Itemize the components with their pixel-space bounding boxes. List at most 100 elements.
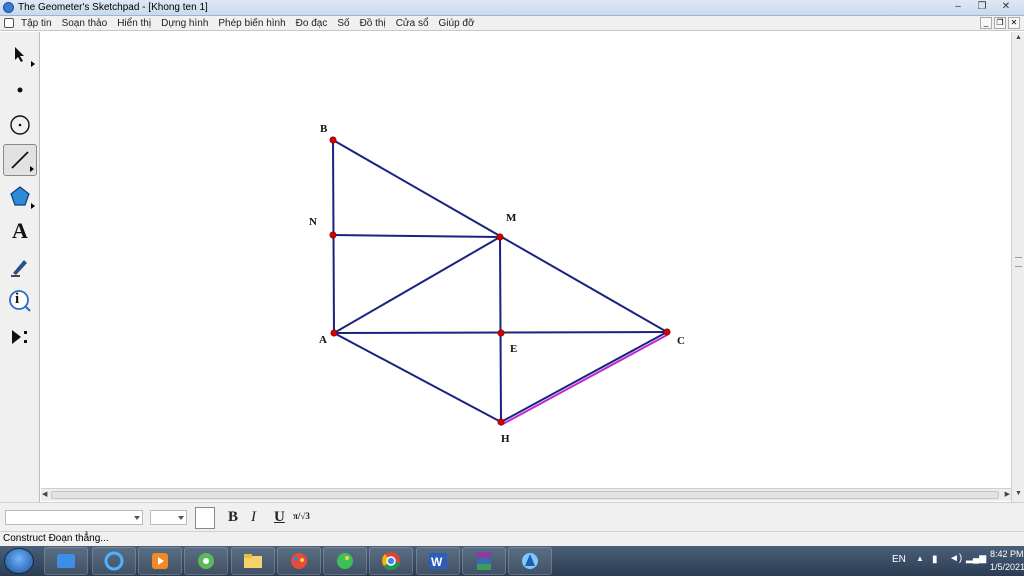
segment-AH[interactable] [333, 332, 502, 423]
doc-close-button[interactable]: ✕ [1008, 17, 1020, 29]
signal-icon[interactable]: ▂▄▆ [966, 553, 986, 564]
winrar-taskbar-button[interactable] [462, 547, 506, 575]
scroll-left-icon[interactable]: ◀ [42, 490, 47, 498]
start-button[interactable] [4, 548, 34, 574]
word-icon: W [429, 553, 447, 569]
segment-NM[interactable] [332, 234, 501, 238]
menu-file[interactable]: Tập tin [16, 17, 57, 30]
point-tool[interactable] [3, 74, 37, 106]
italic-button[interactable]: I [251, 509, 256, 526]
information-tool[interactable]: i [3, 285, 37, 317]
point-E[interactable] [497, 329, 505, 337]
font-size-select[interactable] [150, 510, 187, 525]
clock-date[interactable]: 1/5/2021 [990, 562, 1024, 572]
menu-measure[interactable]: Đo đạc [291, 17, 333, 30]
menu-help[interactable]: Giúp đỡ [434, 17, 480, 30]
arrow-select-tool[interactable] [3, 38, 37, 70]
close-button[interactable]: ✕ [994, 0, 1018, 14]
point-label-H[interactable]: H [501, 433, 510, 445]
pen-icon [11, 260, 27, 277]
word-taskbar-button[interactable]: W [416, 547, 460, 575]
window-title: The Geometer's Sketchpad - [Khong ten 1] [18, 2, 208, 13]
toolbox: A i [0, 32, 40, 502]
menu-transform[interactable]: Phép biến hình [213, 17, 290, 30]
segment-HC[interactable] [500, 331, 668, 423]
coccoc-icon [198, 553, 214, 569]
windows-explorer-icon [57, 554, 75, 568]
restore-button[interactable]: ❐ [970, 0, 994, 14]
underline-button[interactable]: U [274, 509, 285, 526]
segment-MH[interactable] [499, 236, 502, 423]
point-label-E[interactable]: E [510, 343, 517, 355]
letter-a-icon: A [12, 218, 28, 243]
custom-tool[interactable] [3, 321, 37, 353]
language-indicator[interactable]: EN [892, 554, 906, 565]
text-tool[interactable]: A [3, 215, 37, 247]
show-hidden-icons-icon[interactable]: ▲ [916, 554, 924, 563]
scroll-up-icon[interactable]: ▲ [1014, 34, 1023, 44]
menu-graph[interactable]: Đồ thị [355, 17, 391, 30]
ie-taskbar-button[interactable] [92, 547, 136, 575]
coccoc-taskbar-button[interactable] [184, 547, 228, 575]
menu-construct[interactable]: Dựng hình [156, 17, 213, 30]
font-select[interactable] [5, 510, 143, 525]
sketchpad-taskbar-button[interactable] [508, 547, 552, 575]
circle-icon [10, 115, 30, 135]
info-glyph: i [15, 291, 20, 307]
title-bar: The Geometer's Sketchpad - [Khong ten 1]… [0, 0, 1024, 16]
parrot-taskbar-button[interactable] [323, 547, 367, 575]
point-label-M[interactable]: M [506, 212, 517, 224]
horizontal-scrollbar[interactable]: ◀ ▶ [41, 488, 1011, 501]
menu-window[interactable]: Cửa sổ [391, 17, 434, 30]
vertical-scrollbar[interactable]: ▲ ▼ [1011, 32, 1024, 502]
point-C[interactable] [663, 328, 671, 336]
point-A[interactable] [330, 329, 338, 337]
folder-taskbar-button[interactable] [231, 547, 275, 575]
straightedge-tool[interactable] [3, 144, 37, 176]
window-controls: – ❐ ✕ [946, 0, 1018, 14]
marker-tool[interactable] [3, 250, 37, 282]
point-H[interactable] [497, 418, 505, 426]
point-M[interactable] [496, 233, 504, 241]
bold-button[interactable]: B [228, 509, 238, 526]
doc-minimize-button[interactable]: _ [980, 17, 992, 29]
segment-AM[interactable] [333, 236, 501, 334]
point-label-A[interactable]: A [319, 334, 327, 346]
winrar-icon [477, 552, 491, 570]
media-taskbar-button[interactable] [138, 547, 182, 575]
system-tray: EN ▲ ▮ ◄) ▂▄▆ 8:42 PM 1/5/2021 [844, 546, 1024, 576]
text-color-button[interactable] [195, 507, 215, 529]
polygon-tool[interactable] [3, 180, 37, 212]
network-icon[interactable]: ▮ [932, 554, 938, 565]
scroll-down-icon[interactable]: ▼ [1014, 490, 1023, 500]
clock-time[interactable]: 8:42 PM [990, 549, 1024, 559]
chrome-taskbar-button[interactable] [369, 547, 413, 575]
compass-tool[interactable] [3, 109, 37, 141]
menu-bar: Tập tin Soạn thảo Hiển thị Dựng hình Phé… [0, 16, 1024, 31]
document-icon[interactable] [4, 18, 14, 28]
doc-restore-button[interactable]: ❐ [994, 17, 1006, 29]
explorer-taskbar-button[interactable] [44, 547, 88, 575]
chevron-down-icon [178, 516, 184, 520]
horizontal-scroll-thumb[interactable] [51, 491, 999, 499]
math-format-button[interactable]: π/√3 [293, 511, 310, 521]
menu-number[interactable]: Số [332, 17, 354, 30]
scroll-right-icon[interactable]: ▶ [1005, 490, 1010, 498]
segment-HC-selection-highlight [500, 334, 668, 426]
point-B[interactable] [329, 136, 337, 144]
minimize-button[interactable]: – [946, 0, 970, 14]
point-label-C[interactable]: C [677, 335, 685, 347]
menu-edit[interactable]: Soạn thảo [57, 17, 113, 30]
point-label-B[interactable]: B [320, 123, 328, 135]
media-player-icon [152, 553, 168, 569]
pentagon-icon [10, 186, 30, 206]
status-text: Construct Đoạn thẳng... [3, 533, 109, 544]
sketch-canvas[interactable]: B N M A E C H [41, 32, 1011, 487]
volume-icon[interactable]: ◄) [949, 553, 962, 564]
sketchpad-icon [522, 553, 538, 569]
point-N[interactable] [329, 231, 337, 239]
paint-taskbar-button[interactable] [277, 547, 321, 575]
point-label-N[interactable]: N [309, 216, 317, 228]
menu-display[interactable]: Hiển thị [112, 17, 156, 30]
scroll-thumb-grip[interactable] [1015, 257, 1022, 267]
